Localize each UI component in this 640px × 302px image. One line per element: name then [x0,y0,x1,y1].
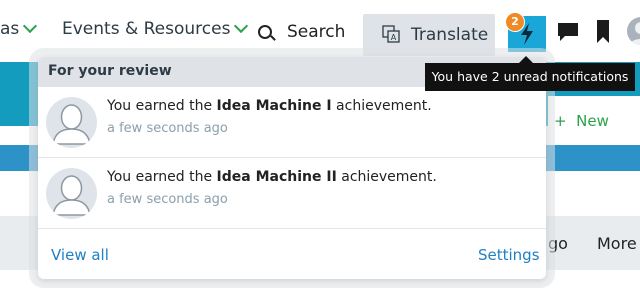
nav-ideas-label: as [0,19,20,39]
search-label: Search [287,22,346,42]
settings-link[interactable]: Settings [478,246,540,264]
new-label: New [576,112,609,130]
view-all-link[interactable]: View all [51,246,109,264]
dropdown-title: For your review [48,63,172,79]
notification-text: You earned the Idea Machine I achievemen… [107,98,432,114]
avatar [46,168,97,219]
user-avatar[interactable] [627,17,640,45]
notifications-tooltip: You have 2 unread notifications [425,63,635,91]
nav-ideas[interactable]: as [0,18,38,39]
translate-icon: A [382,25,400,43]
top-navigation: as Events & Resources Search A Translate… [0,0,640,62]
avatar [46,97,97,148]
person-icon [52,104,91,145]
person-icon [52,175,91,216]
chevron-down-icon [234,18,249,34]
bookmark-icon[interactable] [596,20,610,44]
notification-time: a few seconds ago [107,121,228,136]
person-icon [630,22,640,45]
translate-label: Translate [411,25,489,45]
notification-text: You earned the Idea Machine II achieveme… [107,169,437,185]
notification-item[interactable]: You earned the Idea Machine II achieveme… [38,158,546,229]
chat-icon[interactable] [557,22,579,42]
svg-text:A: A [391,33,397,42]
plus-icon: + [554,112,567,130]
notification-time: a few seconds ago [107,192,228,207]
sort-ago-label[interactable]: go [548,234,568,253]
nav-events-resources[interactable]: Events & Resources [62,18,249,39]
notification-count-badge: 2 [505,12,525,32]
new-button[interactable]: + New [554,112,609,130]
chevron-down-icon [23,18,38,34]
nav-events-label: Events & Resources [62,19,231,39]
tooltip-arrow [519,56,533,63]
search-icon [258,25,272,39]
notification-item[interactable]: You earned the Idea Machine I achievemen… [38,87,546,158]
more-menu[interactable]: More [597,234,637,253]
translate-button[interactable]: A Translate [363,14,495,56]
